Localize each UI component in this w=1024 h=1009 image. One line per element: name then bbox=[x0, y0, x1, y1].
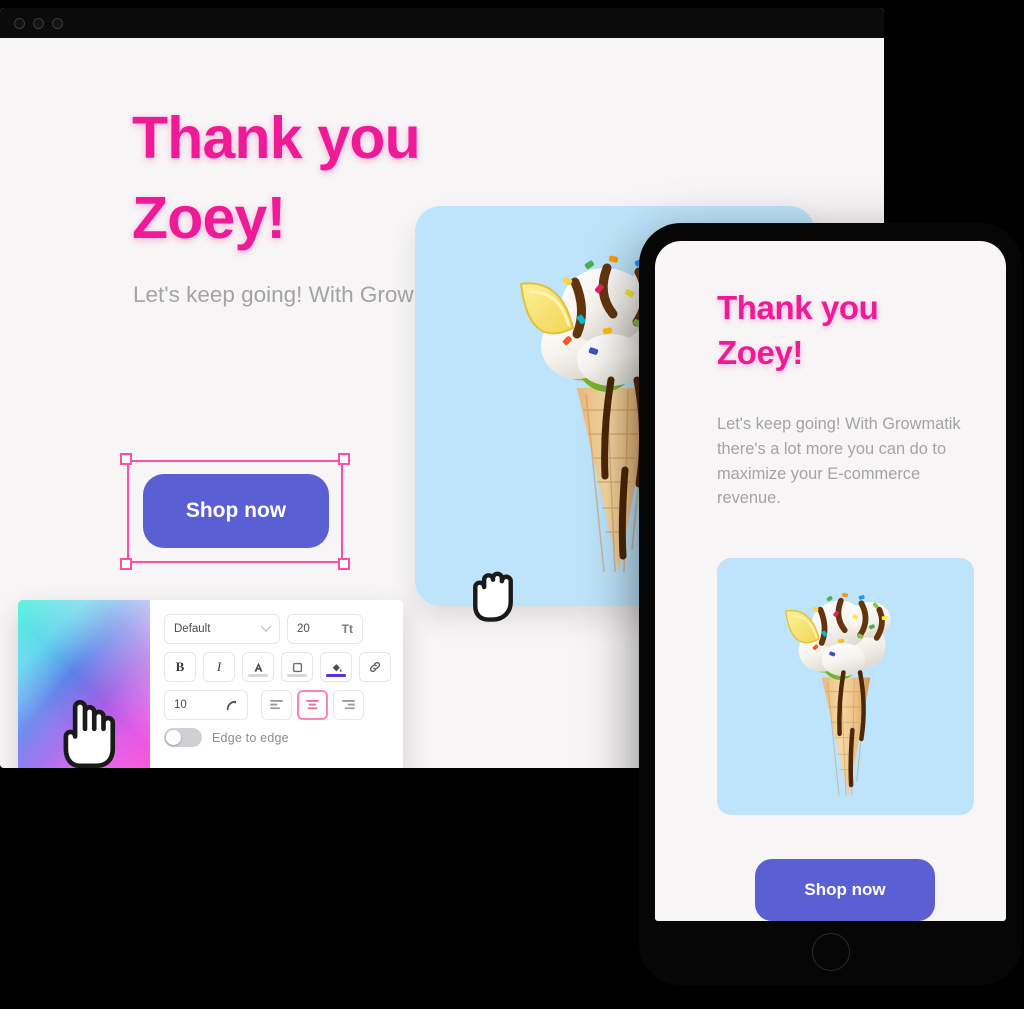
desktop-body-paragraph[interactable]: Let's keep going! With Growmatik there's… bbox=[133, 274, 441, 316]
fill-color-swatch bbox=[326, 674, 346, 677]
link-button[interactable] bbox=[359, 652, 391, 682]
font-family-select[interactable]: Default bbox=[164, 614, 280, 644]
edge-to-edge-label: Edge to edge bbox=[212, 730, 289, 745]
border-box-icon bbox=[292, 662, 302, 672]
fill-color-button[interactable] bbox=[320, 652, 352, 682]
resize-handle-bottom-right[interactable] bbox=[338, 558, 350, 570]
minimize-dot[interactable] bbox=[33, 17, 44, 29]
align-center-button[interactable] bbox=[297, 690, 328, 720]
border-color-swatch bbox=[287, 674, 307, 677]
align-center-icon bbox=[306, 699, 319, 709]
bold-button[interactable]: B bbox=[164, 652, 196, 682]
align-right-button[interactable] bbox=[333, 690, 364, 720]
mobile-body-paragraph[interactable]: Let's keep going! With Growmatik there's… bbox=[717, 412, 979, 511]
corner-radius-icon bbox=[226, 700, 237, 710]
window-titlebar bbox=[0, 8, 884, 38]
resize-handle-top-left[interactable] bbox=[120, 453, 132, 465]
toolbar-row-styles: B I bbox=[164, 652, 391, 682]
corner-radius-input[interactable]: 10 bbox=[164, 690, 248, 720]
resize-handle-bottom-left[interactable] bbox=[120, 558, 132, 570]
formatting-toolbar: Default 20 Tt B I 10 Edge to edge bbox=[150, 600, 403, 768]
italic-icon: I bbox=[216, 659, 222, 674]
toolbar-row-layout: 10 bbox=[164, 690, 391, 720]
corner-radius-value: 10 bbox=[174, 699, 187, 711]
mobile-preview-device: Thank you Zoey! Let's keep going! With G… bbox=[639, 223, 1022, 985]
style-editor-panel[interactable]: Default 20 Tt B I 10 Edge to edge bbox=[18, 600, 403, 768]
edge-to-edge-row: Edge to edge bbox=[164, 728, 391, 747]
link-icon bbox=[369, 661, 381, 673]
text-color-icon bbox=[253, 662, 263, 672]
font-size-icon: Tt bbox=[341, 622, 353, 636]
align-right-icon bbox=[342, 699, 355, 709]
gradient-color-field[interactable] bbox=[18, 600, 150, 768]
align-left-icon bbox=[270, 699, 283, 709]
align-left-button[interactable] bbox=[261, 690, 292, 720]
paint-bucket-icon bbox=[332, 663, 342, 672]
maximize-dot[interactable] bbox=[52, 17, 63, 29]
toggle-knob bbox=[166, 730, 181, 745]
chevron-down-icon bbox=[260, 620, 272, 632]
mobile-image-block[interactable] bbox=[717, 558, 974, 815]
color-picker-knob[interactable] bbox=[76, 706, 85, 715]
font-family-value: Default bbox=[174, 623, 211, 635]
resize-handle-top-right[interactable] bbox=[338, 453, 350, 465]
text-color-button[interactable] bbox=[242, 652, 274, 682]
edge-to-edge-toggle[interactable] bbox=[164, 728, 202, 747]
toolbar-row-typography: Default 20 Tt bbox=[164, 614, 391, 644]
cta-selection-box[interactable]: Shop now bbox=[120, 453, 350, 570]
mobile-page-title[interactable]: Thank you Zoey! bbox=[717, 285, 967, 375]
font-size-value: 20 bbox=[297, 623, 310, 635]
mobile-screen[interactable]: Thank you Zoey! Let's keep going! With G… bbox=[655, 241, 1006, 921]
bold-icon: B bbox=[175, 659, 185, 674]
selection-frame bbox=[127, 460, 343, 563]
close-dot[interactable] bbox=[14, 17, 25, 29]
italic-button[interactable]: I bbox=[203, 652, 235, 682]
font-size-input[interactable]: 20 Tt bbox=[287, 614, 363, 644]
ice-cream-cone-icon bbox=[758, 570, 933, 810]
border-button[interactable] bbox=[281, 652, 313, 682]
text-align-group bbox=[261, 690, 364, 720]
home-button[interactable] bbox=[811, 933, 850, 971]
text-color-swatch bbox=[248, 674, 268, 677]
mobile-shop-now-button[interactable]: Shop now bbox=[755, 859, 935, 921]
